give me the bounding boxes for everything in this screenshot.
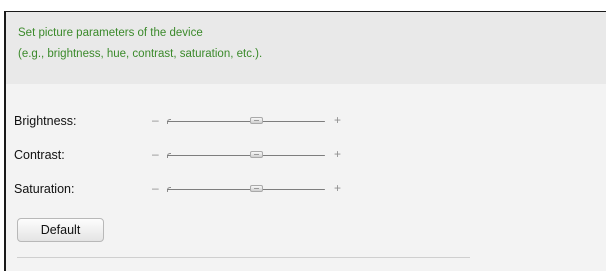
brightness-slider-thumb[interactable]	[249, 117, 263, 124]
brightness-increase-icon[interactable]: +	[334, 113, 341, 127]
contrast-label: Contrast:	[14, 148, 65, 162]
brightness-label: Brightness:	[14, 114, 77, 128]
divider	[17, 257, 470, 258]
info-line-1: Set picture parameters of the device	[18, 27, 203, 39]
saturation-increase-icon[interactable]: +	[334, 181, 341, 195]
contrast-decrease-icon[interactable]: –	[152, 147, 159, 161]
brightness-decrease-icon[interactable]: –	[152, 113, 159, 127]
contrast-slider-thumb[interactable]	[249, 151, 263, 158]
info-box: Set picture parameters of the device (e.…	[6, 12, 606, 84]
contrast-increase-icon[interactable]: +	[334, 147, 341, 161]
brightness-slider-track[interactable]	[167, 121, 325, 122]
contrast-slider-track[interactable]	[167, 155, 325, 156]
saturation-slider-thumb[interactable]	[249, 185, 263, 192]
saturation-slider-track[interactable]	[167, 189, 325, 190]
default-button[interactable]: Default	[17, 218, 104, 242]
contrast-row: Contrast: – +	[14, 145, 374, 167]
brightness-row: Brightness: – +	[14, 111, 374, 133]
saturation-decrease-icon[interactable]: –	[152, 181, 159, 195]
saturation-row: Saturation: – +	[14, 179, 374, 201]
info-line-2: (e.g., brightness, hue, contrast, satura…	[18, 48, 263, 60]
saturation-label: Saturation:	[14, 182, 75, 196]
